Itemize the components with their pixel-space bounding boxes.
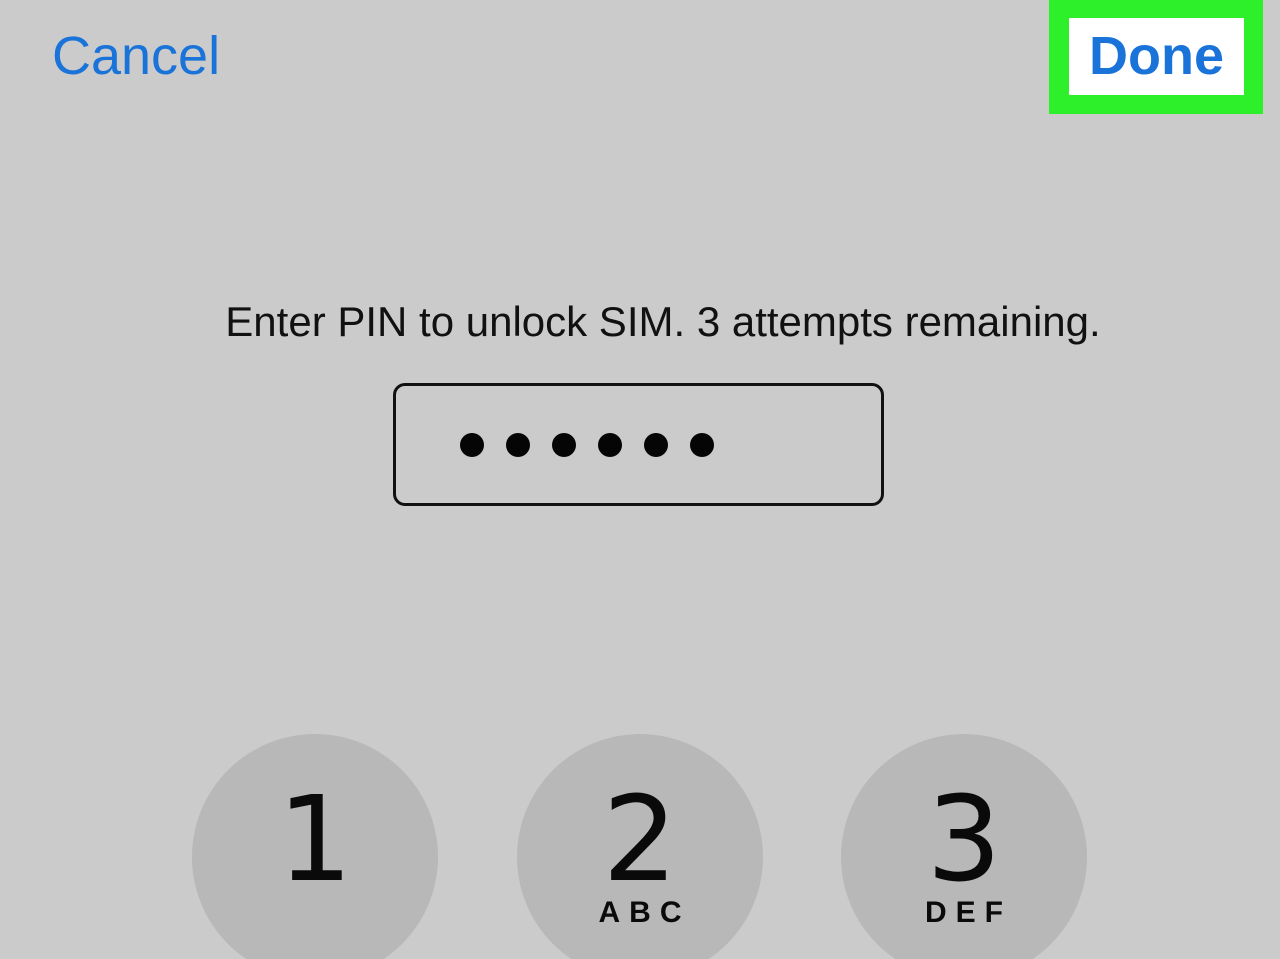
key-letters: ABC [598,896,691,929]
cancel-button[interactable]: Cancel [52,24,220,88]
pin-prompt-text: Enter PIN to unlock SIM. 3 attempts rema… [225,298,1101,345]
done-button[interactable]: Done [1069,18,1244,95]
pin-dot [644,432,668,457]
key-digit: 3 [926,770,1002,908]
keypad-key-2[interactable]: 2 ABC [517,734,763,959]
pin-dot [598,432,622,457]
keypad-key-3[interactable]: 3 DEF [841,734,1087,959]
pin-dot [460,432,484,457]
pin-dot [506,432,530,457]
keypad-key-1[interactable]: 1 [192,734,438,959]
key-letters: DEF [925,896,1012,929]
pin-dots [460,386,714,503]
key-digit: 1 [277,770,353,908]
pin-input-field[interactable] [393,383,884,506]
key-digit: 2 [602,770,678,908]
pin-dot [552,432,576,457]
pin-dot [690,432,714,457]
sim-pin-screen: Cancel Done Enter PIN to unlock SIM. 3 a… [0,0,1280,959]
